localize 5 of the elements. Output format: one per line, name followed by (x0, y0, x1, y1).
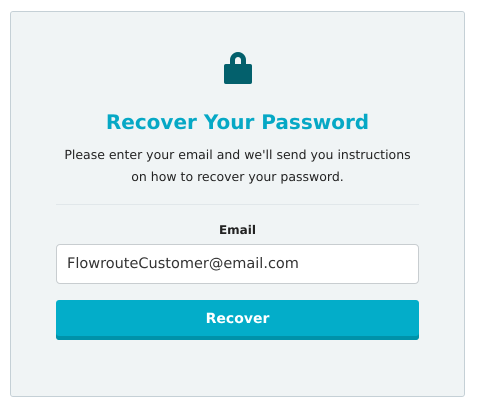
lock-icon (222, 50, 252, 84)
instructions-text: Please enter your email and we'll send you instructions on how to recover your password. (63, 146, 412, 186)
email-field[interactable]: FlowrouteCustomer@email.com (56, 244, 419, 284)
page-title: Recover Your Password (106, 110, 370, 134)
email-label: Email (218, 223, 256, 237)
